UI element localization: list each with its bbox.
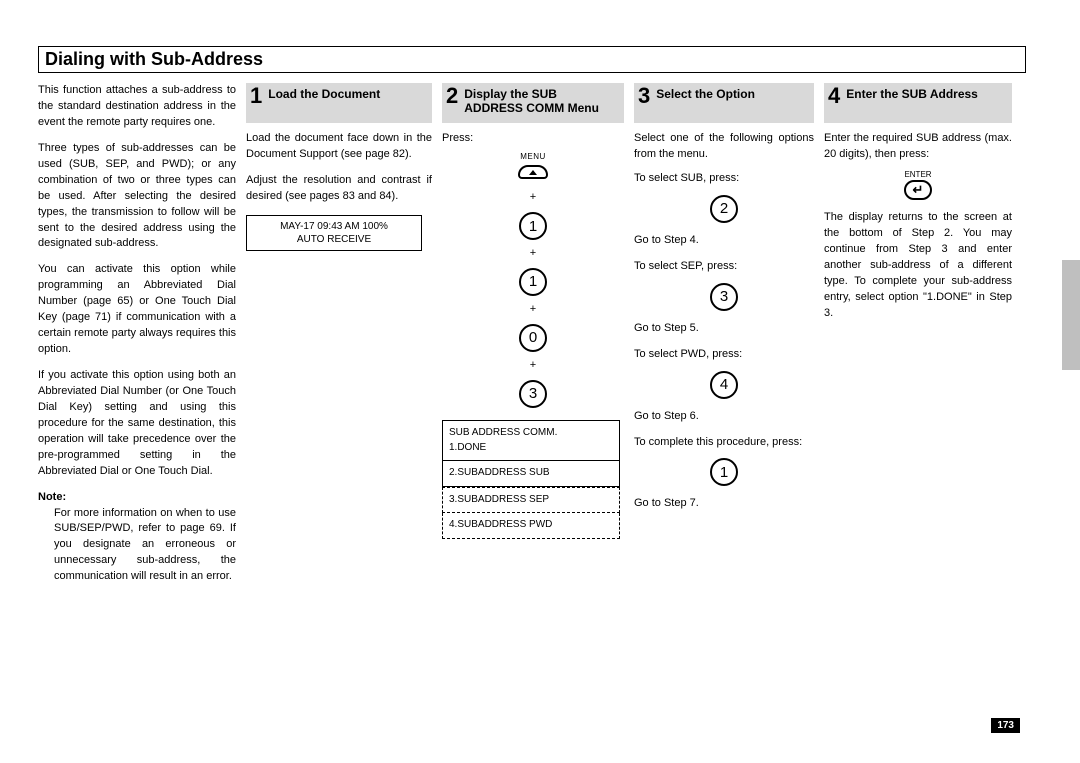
note-body: For more information on when to use SUB/… — [54, 506, 236, 586]
key-1b: 1 — [519, 268, 547, 296]
key-1a: 1 — [519, 212, 547, 240]
step1-column: 1 Load the Document Load the document fa… — [246, 83, 432, 585]
step3-column: 3 Select the Option Select one of the fo… — [634, 83, 814, 585]
step4-p2: The display returns to the screen at the… — [824, 210, 1012, 322]
menu-box-group: SUB ADDRESS COMM. 1.DONE 2.SUBADDRESS SU… — [442, 420, 620, 539]
step1-title: Load the Document — [268, 85, 380, 101]
intro-column: This function attaches a sub-address to … — [38, 83, 236, 585]
step1-p1: Load the document face down in the Docum… — [246, 131, 432, 163]
plus-1: + — [442, 190, 624, 206]
plus-2: + — [442, 246, 624, 262]
step2-head: 2 Display the SUB ADDRESS COMM Menu — [442, 83, 624, 123]
columns: This function attaches a sub-address to … — [38, 83, 1026, 585]
menu-box-3: 3.SUBADDRESS SEP — [442, 487, 620, 514]
manual-page: Dialing with Sub-Address This function a… — [0, 0, 1080, 763]
pwd-goto: Go to Step 6. — [634, 409, 814, 425]
plus-3: + — [442, 302, 624, 318]
key-0: 0 — [519, 324, 547, 352]
menu-box-4: 4.SUBADDRESS PWD — [442, 513, 620, 539]
title-bar: Dialing with Sub-Address — [38, 46, 1026, 73]
step1-body: Load the document face down in the Docum… — [246, 131, 432, 205]
page-number: 173 — [991, 718, 1020, 733]
mb1b: 1.DONE — [449, 441, 613, 456]
lcd-line2: AUTO RECEIVE — [249, 233, 419, 246]
intro-p2: Three types of sub-addresses can be used… — [38, 141, 236, 253]
comp-goto: Go to Step 7. — [634, 496, 814, 512]
intro-p4: If you activate this option using both a… — [38, 368, 236, 480]
step1-num: 1 — [250, 85, 262, 107]
sub-label: To select SUB, press: — [634, 171, 814, 187]
intro-p3: You can activate this option while progr… — [38, 262, 236, 358]
note: Note: For more information on when to us… — [38, 490, 236, 586]
enter-key-block: ENTER ↵ — [824, 169, 1012, 201]
sep-goto: Go to Step 5. — [634, 321, 814, 337]
key-pwd: 4 — [710, 371, 738, 399]
step3-num: 3 — [638, 85, 650, 107]
step4-num: 4 — [828, 85, 840, 107]
intro-p1: This function attaches a sub-address to … — [38, 83, 236, 131]
menu-box-2: 2.SUBADDRESS SUB — [442, 461, 620, 487]
page-title: Dialing with Sub-Address — [45, 49, 263, 69]
menu-label: MENU — [442, 151, 624, 163]
step2-num: 2 — [446, 85, 458, 107]
step2-title: Display the SUB ADDRESS COMM Menu — [464, 85, 618, 116]
sep-label: To select SEP, press: — [634, 259, 814, 275]
enter-icon: ↵ — [904, 180, 932, 200]
key-3: 3 — [519, 380, 547, 408]
step4-p1: Enter the required SUB address (max. 20 … — [824, 131, 1012, 163]
side-tab — [1062, 260, 1080, 370]
key-sep: 3 — [710, 283, 738, 311]
lcd-display: MAY-17 09:43 AM 100% AUTO RECEIVE — [246, 215, 422, 251]
comp-label: To complete this procedure, press: — [634, 435, 814, 451]
step2-column: 2 Display the SUB ADDRESS COMM Menu Pres… — [442, 83, 624, 585]
step1-p2: Adjust the resolution and contrast if de… — [246, 173, 432, 205]
pwd-label: To select PWD, press: — [634, 347, 814, 363]
key-sequence: MENU + 1 + 1 + 0 + 3 — [442, 151, 624, 410]
mb1a: SUB ADDRESS COMM. — [449, 426, 613, 441]
note-label: Note: — [38, 490, 236, 506]
step3-title: Select the Option — [656, 85, 755, 101]
plus-4: + — [442, 358, 624, 374]
step3-head: 3 Select the Option — [634, 83, 814, 123]
menu-box-dashed-group: 3.SUBADDRESS SEP 4.SUBADDRESS PWD — [442, 487, 620, 539]
step4-head: 4 Enter the SUB Address — [824, 83, 1012, 123]
sub-goto: Go to Step 4. — [634, 233, 814, 249]
menu-up-icon — [518, 165, 548, 179]
step1-head: 1 Load the Document — [246, 83, 432, 123]
step4-title: Enter the SUB Address — [846, 85, 978, 101]
lcd-line1: MAY-17 09:43 AM 100% — [249, 220, 419, 233]
menu-box-1: SUB ADDRESS COMM. 1.DONE — [442, 420, 620, 461]
step2-press: Press: — [442, 131, 624, 147]
step4-column: 4 Enter the SUB Address Enter the requir… — [824, 83, 1012, 585]
key-complete: 1 — [710, 458, 738, 486]
key-sub: 2 — [710, 195, 738, 223]
enter-label: ENTER — [824, 169, 1012, 181]
step3-p1: Select one of the following options from… — [634, 131, 814, 163]
